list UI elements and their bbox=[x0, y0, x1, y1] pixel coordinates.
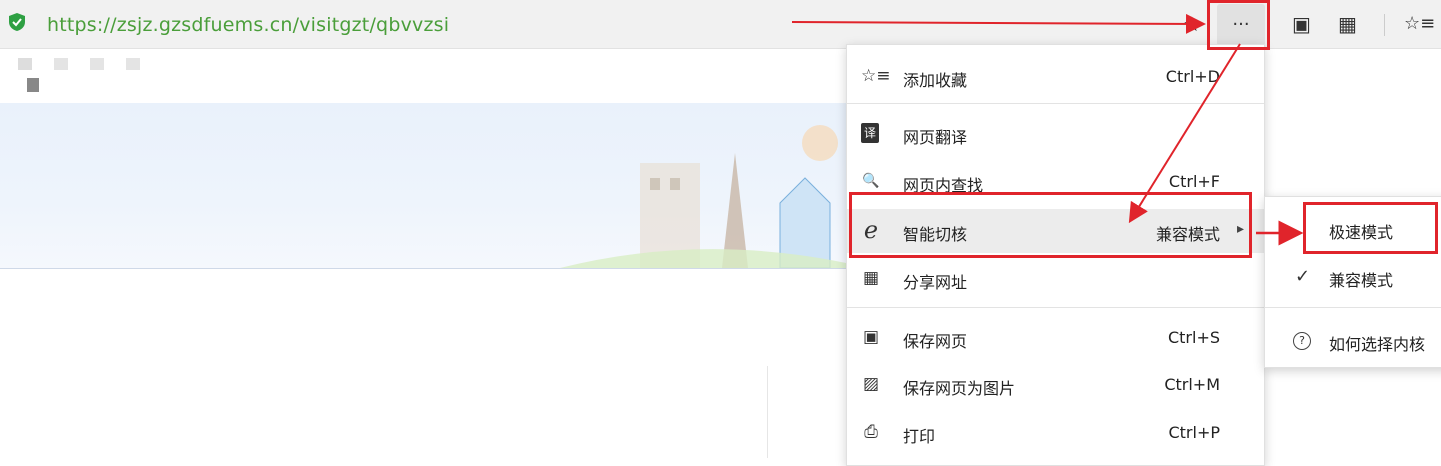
arrow-to-switch-kernel bbox=[1128, 43, 1241, 224]
annotation-arrows bbox=[791, 13, 1304, 246]
arrow-to-more-button bbox=[791, 13, 1206, 34]
